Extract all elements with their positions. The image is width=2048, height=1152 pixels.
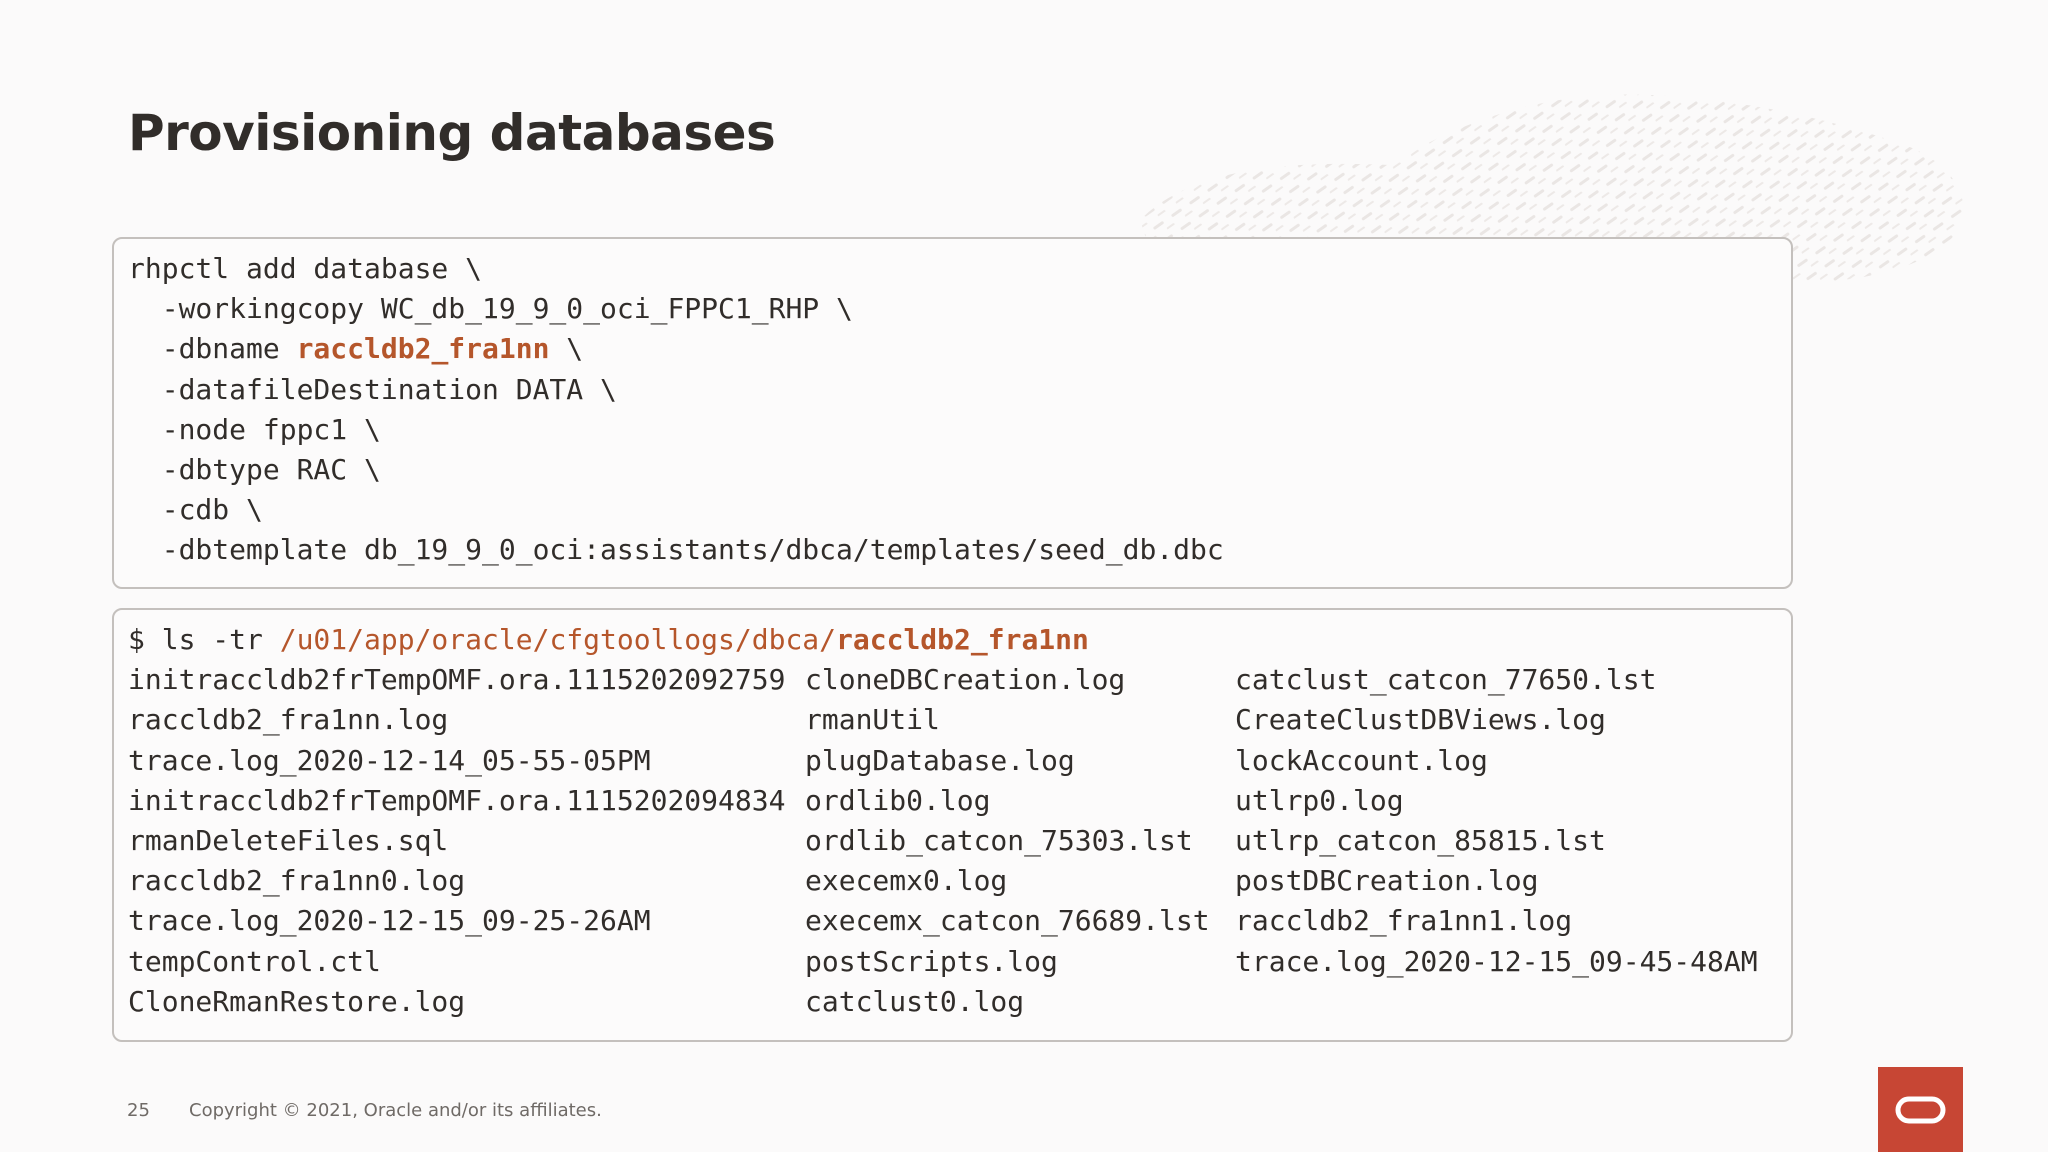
file-entry: utlrp0.log	[1235, 783, 1404, 817]
code-line: -node fppc1 \	[128, 412, 381, 446]
code-text: \	[549, 332, 584, 366]
oracle-logo-icon	[1878, 1067, 1963, 1152]
file-listing: initraccldb2frTempOMF.ora.1115202092759 c…	[128, 660, 1777, 1022]
code-text: -dbname	[128, 332, 297, 366]
listing-code-block: $ ls -tr /u01/app/oracle/cfgtoollogs/dbc…	[112, 608, 1793, 1042]
file-entry: rmanDeleteFiles.sql	[128, 823, 449, 857]
file-entry: rmanUtil	[805, 703, 940, 737]
page-number: 25	[127, 1100, 150, 1121]
file-entry: plugDatabase.log	[805, 743, 1075, 777]
code-line: -workingcopy WC_db_19_9_0_oci_FPPC1_RHP …	[128, 292, 853, 326]
file-entry: raccldb2_fra1nn.log	[128, 703, 449, 737]
file-entry: catclust0.log	[805, 984, 1025, 1018]
slide-title: Provisioning databases	[128, 104, 776, 162]
file-entry: trace.log_2020-12-15_09-45-48AM	[1235, 944, 1758, 978]
file-entry: initraccldb2frTempOMF.ora.1115202092759	[128, 663, 786, 697]
file-entry: trace.log_2020-12-14_05-55-05PM	[128, 743, 651, 777]
file-entry	[1235, 982, 1795, 1022]
file-entry: ordlib_catcon_75303.lst	[805, 823, 1193, 857]
file-entry: CloneRmanRestore.log	[128, 984, 466, 1018]
copyright-text: Copyright © 2021, Oracle and/or its affi…	[189, 1100, 602, 1121]
code-line-dbname: -dbname raccldb2_fra1nn \	[128, 329, 1777, 369]
file-entry: lockAccount.log	[1235, 743, 1488, 777]
file-entry: trace.log_2020-12-15_09-25-26AM	[128, 904, 651, 938]
file-entry: cloneDBCreation.log	[805, 663, 1126, 697]
file-entry: utlrp_catcon_85815.lst	[1235, 823, 1606, 857]
shell-prompt: $ ls -tr	[128, 623, 280, 656]
code-line: -dbtype RAC \	[128, 452, 381, 486]
file-entry: tempControl.ctl	[128, 944, 381, 978]
file-entry: initraccldb2frTempOMF.ora.1115202094834	[128, 783, 786, 817]
command-code-block: rhpctl add database \ -workingcopy WC_db…	[112, 237, 1793, 589]
file-entry: postScripts.log	[805, 944, 1058, 978]
code-line: -cdb \	[128, 493, 263, 527]
directory-highlight: raccldb2_fra1nn	[836, 623, 1089, 656]
dbname-highlight: raccldb2_fra1nn	[296, 332, 550, 366]
file-entry: raccldb2_fra1nn0.log	[128, 864, 466, 898]
file-entry: ordlib0.log	[805, 783, 991, 817]
file-entry: raccldb2_fra1nn1.log	[1235, 904, 1573, 938]
ls-command-line: $ ls -tr /u01/app/oracle/cfgtoollogs/dbc…	[128, 620, 1777, 660]
file-entry: execemx0.log	[805, 864, 1008, 898]
code-line: -datafileDestination DATA \	[128, 372, 617, 406]
file-entry: CreateClustDBViews.log	[1235, 703, 1606, 737]
code-line: rhpctl add database \	[128, 252, 483, 285]
directory-path: /u01/app/oracle/cfgtoollogs/dbca/	[279, 623, 837, 656]
file-entry: postDBCreation.log	[1235, 864, 1539, 898]
file-entry: execemx_catcon_76689.lst	[805, 904, 1210, 938]
code-line: -dbtemplate db_19_9_0_oci:assistants/dbc…	[128, 533, 1224, 567]
file-entry: catclust_catcon_77650.lst	[1235, 663, 1657, 697]
